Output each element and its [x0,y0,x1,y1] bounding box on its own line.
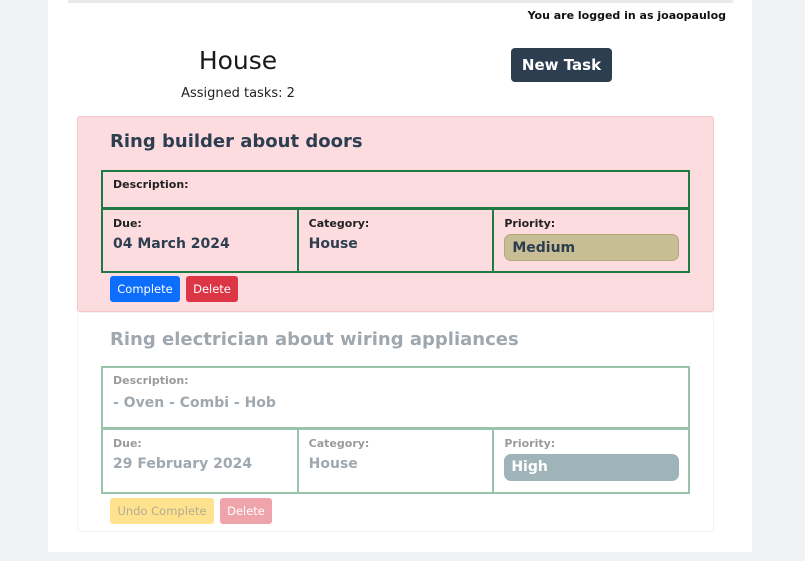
due-value: 04 March 2024 [113,236,230,252]
undo-complete-button[interactable]: Undo Complete [110,498,214,524]
page-title: House [198,46,278,75]
task-card: Ring builder about doors Description: Du… [77,116,714,312]
description-box: Description: - Oven - Combi - Hob [103,368,688,430]
task-meta-row: Due: 29 February 2024 Category: House Pr… [103,430,688,492]
delete-button[interactable]: Delete [186,276,238,302]
top-divider [68,0,733,3]
category-value: House [308,456,358,472]
task-details: Description: - Oven - Combi - Hob Due: 2… [101,366,690,494]
complete-button[interactable]: Complete [110,276,180,302]
category-label: Category: [308,437,370,450]
new-task-button[interactable]: New Task [511,48,612,82]
delete-button[interactable]: Delete [220,498,272,524]
assigned-count: Assigned tasks: 2 [181,86,295,101]
priority-badge: Medium [504,234,680,261]
description-label: Description: [113,178,189,191]
priority-cell: Priority: Medium [494,210,688,271]
description-label: Description: [113,374,189,387]
login-status: You are logged in as joaopaulog [527,9,726,22]
task-card-completed: Ring electrician about wiring appliances… [77,312,714,532]
priority-cell: Priority: High [494,430,688,492]
category-cell: Category: House [299,210,495,271]
task-title: Ring electrician about wiring appliances [110,329,519,350]
due-label: Due: [113,217,142,230]
task-meta-row: Due: 04 March 2024 Category: House Prior… [103,210,688,271]
category-label: Category: [308,217,370,230]
priority-badge: High [504,454,680,481]
category-cell: Category: House [299,430,495,492]
due-cell: Due: 04 March 2024 [103,210,299,271]
task-title: Ring builder about doors [110,131,363,152]
description-value: - Oven - Combi - Hob [113,395,276,411]
priority-label: Priority: [504,217,556,230]
due-value: 29 February 2024 [113,456,253,472]
category-value: House [308,236,358,252]
due-label: Due: [113,437,142,450]
priority-label: Priority: [504,437,556,450]
task-details: Description: Due: 04 March 2024 Category… [101,170,690,273]
description-box: Description: [103,172,688,210]
due-cell: Due: 29 February 2024 [103,430,299,492]
